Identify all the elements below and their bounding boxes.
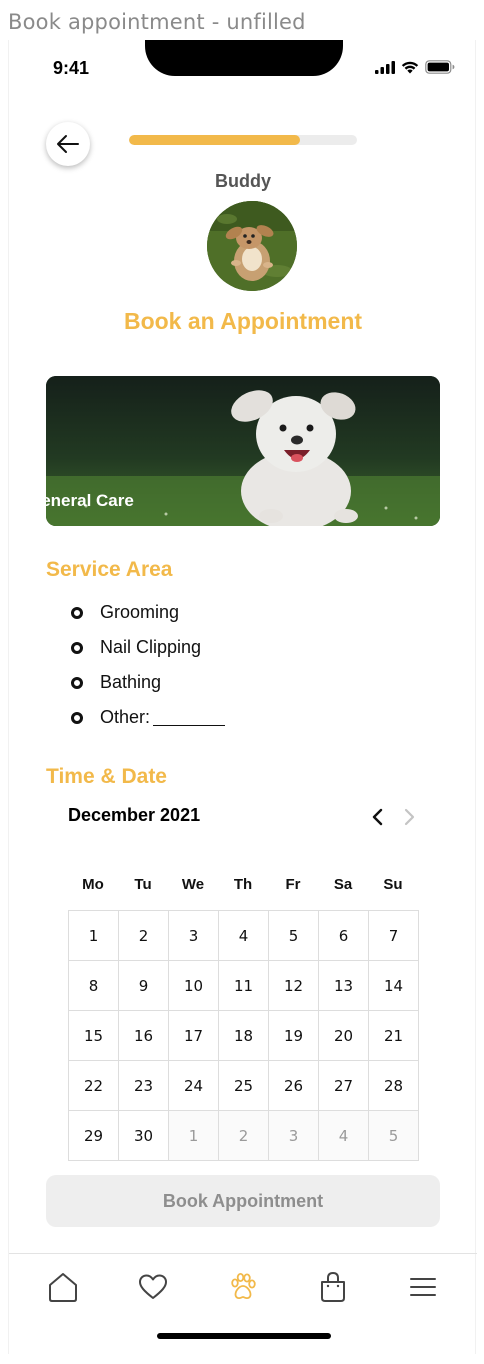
calendar-day-next-month[interactable]: 2 [219, 1111, 269, 1161]
calendar-day[interactable]: 12 [269, 961, 319, 1011]
wifi-icon [401, 61, 419, 74]
calendar-day[interactable]: 26 [269, 1061, 319, 1111]
option-label: Grooming [100, 602, 180, 622]
calendar-next-button[interactable] [399, 806, 419, 828]
tab-shop[interactable] [311, 1265, 355, 1309]
option-nail-clipping[interactable]: Nail Clipping [71, 630, 225, 665]
menu-icon [410, 1278, 436, 1296]
tab-favorites[interactable] [131, 1265, 175, 1309]
radio-unchecked-icon [71, 641, 83, 654]
calendar-day[interactable]: 3 [169, 911, 219, 961]
frame-title: Book appointment - unfilled [8, 10, 306, 34]
weekday-label: Sa [333, 876, 353, 893]
option-bathing[interactable]: Bathing [71, 665, 225, 700]
calendar-day[interactable]: 29 [69, 1111, 119, 1161]
radio-unchecked-icon [71, 606, 83, 619]
option-label: Other: [100, 707, 151, 727]
battery-icon [425, 60, 455, 74]
option-label: Bathing [100, 672, 162, 692]
weekday-label: Mo [82, 876, 104, 893]
radio-unchecked-icon [71, 676, 83, 689]
calendar-day[interactable]: 22 [69, 1061, 119, 1111]
tab-home[interactable] [41, 1265, 85, 1309]
calendar-day-next-month[interactable]: 1 [169, 1111, 219, 1161]
calendar-day[interactable]: 7 [369, 911, 419, 961]
tab-menu[interactable] [401, 1265, 445, 1309]
option-label: Nail Clipping [100, 637, 202, 657]
calendar-day-next-month[interactable]: 3 [269, 1111, 319, 1161]
progress-bar [129, 135, 357, 145]
shopping-bag-icon [321, 1271, 345, 1302]
arrow-left-icon [57, 135, 79, 153]
weekday-label: Tu [134, 876, 152, 893]
time-date-title: Time & Date [46, 765, 167, 788]
service-card-label: General Care [28, 491, 134, 510]
calendar-day[interactable]: 17 [169, 1011, 219, 1061]
home-indicator [157, 1333, 331, 1339]
tabbar-divider [9, 1253, 477, 1254]
calendar-day[interactable]: 9 [119, 961, 169, 1011]
calendar-day-next-month[interactable]: 4 [319, 1111, 369, 1161]
calendar-day[interactable]: 21 [369, 1011, 419, 1061]
calendar-day[interactable]: 24 [169, 1061, 219, 1111]
calendar-day[interactable]: 30 [119, 1111, 169, 1161]
chevron-left-icon [372, 808, 383, 826]
weekday-label: Th [233, 876, 253, 893]
calendar-day[interactable]: 27 [319, 1061, 369, 1111]
status-icons [375, 60, 455, 74]
option-other[interactable]: Other: [71, 700, 226, 735]
calendar-month-label: December 2021 [68, 805, 201, 825]
calendar-day[interactable]: 19 [269, 1011, 319, 1061]
progress-fill [129, 135, 300, 145]
calendar-grid: 1 2 3 4 5 6 7 8 9 10 11 12 13 14 15 16 1… [68, 910, 419, 1161]
tab-pets[interactable] [221, 1265, 265, 1309]
phone-screen: 9:41 Buddy Book an Appointment General C… [8, 40, 477, 1354]
book-appointment-button[interactable]: Book Appointment [46, 1175, 440, 1227]
calendar-day[interactable]: 1 [69, 911, 119, 961]
paw-icon [231, 1273, 256, 1300]
calendar-prev-button[interactable] [368, 806, 388, 828]
calendar-day[interactable]: 14 [369, 961, 419, 1011]
calendar-day[interactable]: 8 [69, 961, 119, 1011]
calendar-day[interactable]: 4 [219, 911, 269, 961]
calendar-day[interactable]: 28 [369, 1061, 419, 1111]
calendar-day[interactable]: 18 [219, 1011, 269, 1061]
calendar-day[interactable]: 25 [219, 1061, 269, 1111]
calendar-day[interactable]: 23 [119, 1061, 169, 1111]
calendar-day[interactable]: 6 [319, 911, 369, 961]
home-icon [49, 1273, 77, 1302]
radio-unchecked-icon [71, 711, 83, 724]
service-area-title: Service Area [46, 558, 173, 581]
status-time: 9:41 [53, 58, 90, 78]
calendar-day-next-month[interactable]: 5 [369, 1111, 419, 1161]
status-bar: 9:41 [9, 40, 477, 96]
other-text-field[interactable] [153, 710, 226, 726]
back-button[interactable] [46, 122, 90, 166]
bottom-tab-bar [9, 1265, 477, 1309]
weekday-label: Fr [285, 876, 301, 893]
calendar-weekday-header: Mo Tu We Th Fr Sa Su [68, 876, 418, 893]
calendar-day[interactable]: 5 [269, 911, 319, 961]
weekday-label: Su [383, 876, 403, 893]
pet-name: Buddy [215, 171, 271, 191]
service-area-options: Grooming Nail Clipping Bathing Other: [71, 595, 226, 735]
calendar-day[interactable]: 16 [119, 1011, 169, 1061]
weekday-label: We [181, 876, 205, 893]
option-grooming[interactable]: Grooming [71, 595, 225, 630]
notch [145, 40, 343, 76]
page-title: Book an Appointment [123, 308, 363, 334]
pet-avatar[interactable] [207, 201, 297, 291]
chevron-right-icon [404, 808, 415, 826]
calendar-day[interactable]: 15 [69, 1011, 119, 1061]
heart-icon [139, 1274, 167, 1299]
calendar-day[interactable]: 20 [319, 1011, 369, 1061]
calendar-day[interactable]: 10 [169, 961, 219, 1011]
signal-icon [375, 61, 395, 74]
dog-photo [207, 201, 297, 291]
calendar-day[interactable]: 2 [119, 911, 169, 961]
calendar-day[interactable]: 13 [319, 961, 369, 1011]
calendar-day[interactable]: 11 [219, 961, 269, 1011]
